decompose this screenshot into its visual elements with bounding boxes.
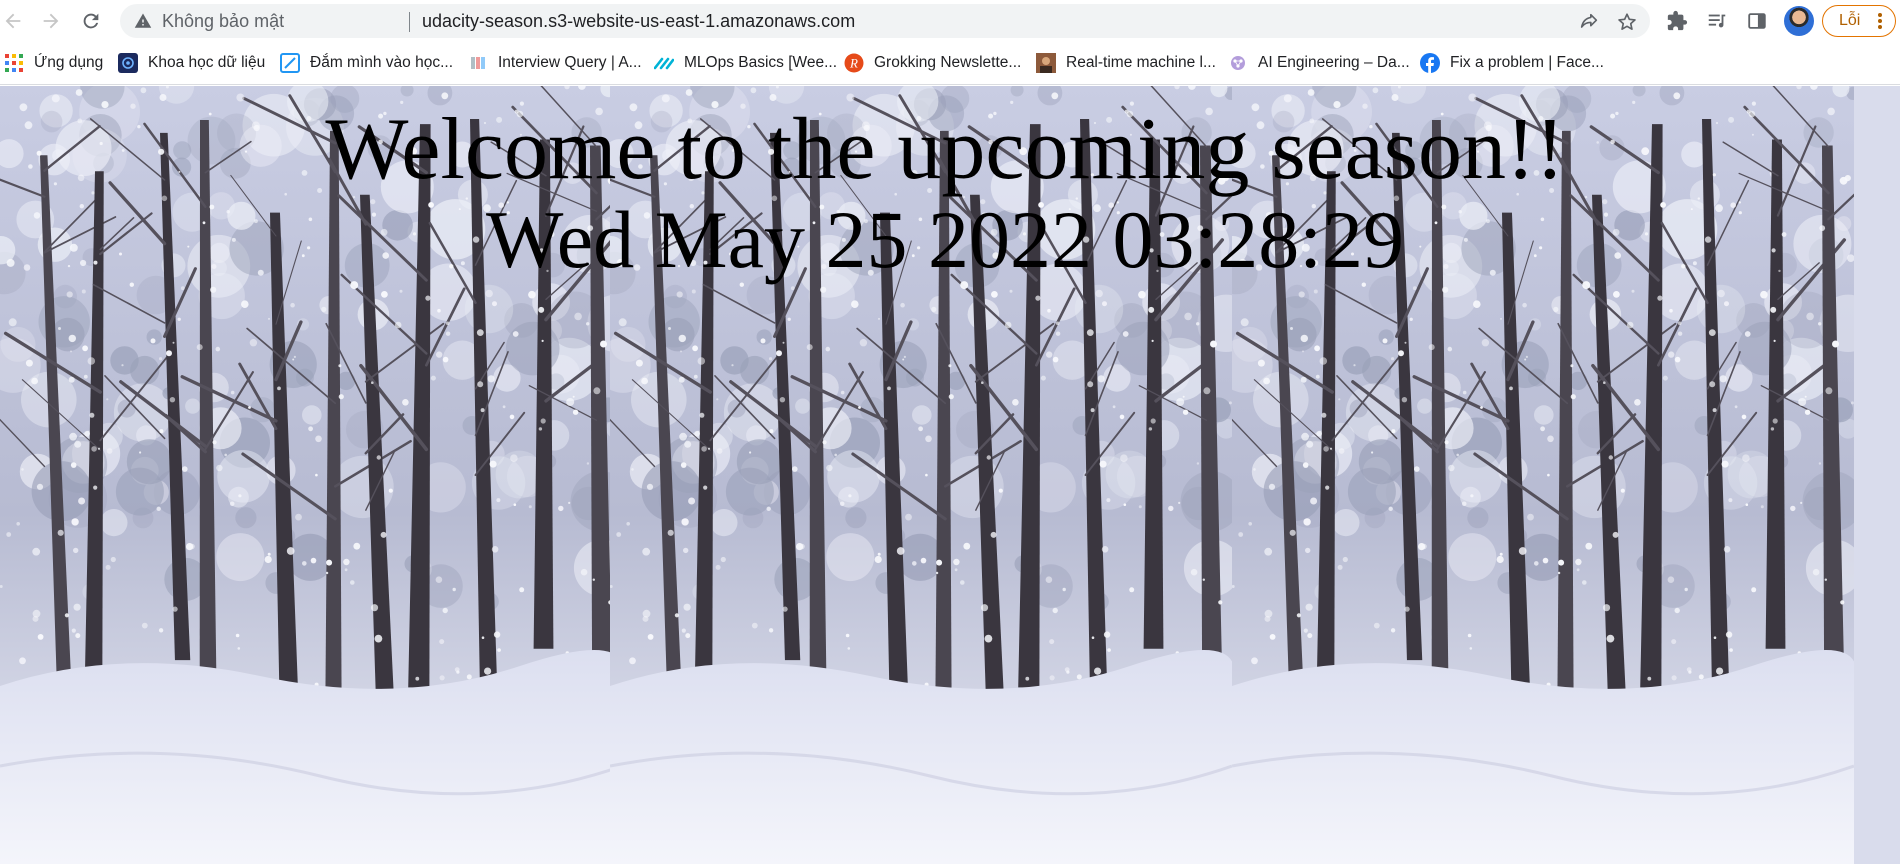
bookmark-grokking[interactable]: R Grokking Newslette...: [844, 50, 1021, 76]
reload-button[interactable]: [78, 8, 104, 34]
realtime-ml-icon: [1036, 53, 1056, 73]
bookmark-ai-engineering[interactable]: AI Engineering – Da...: [1228, 50, 1410, 76]
bookmark-star-icon[interactable]: [1616, 11, 1638, 33]
facebook-icon: [1420, 53, 1440, 73]
url-text[interactable]: udacity-season.s3-website-us-east-1.amaz…: [422, 12, 855, 30]
side-panel-icon[interactable]: [1746, 10, 1768, 32]
bookmark-label: Fix a problem | Face...: [1450, 54, 1604, 71]
browser-error-button[interactable]: Lỗi: [1822, 5, 1896, 37]
media-queue-icon[interactable]: [1706, 10, 1728, 32]
bookmark-label: Đắm mình vào học...: [310, 54, 454, 71]
bookmark-label: MLOps Basics [Wee...: [684, 54, 838, 71]
browser-toolbar: Không bảo mật udacity-season.s3-website-…: [0, 0, 1900, 42]
current-datetime: Wed May 25 2022 03:28:29: [485, 194, 1405, 285]
interview-query-icon: [468, 53, 488, 73]
page-title: Welcome to the upcoming season!!: [325, 101, 1565, 198]
bookmark-facebook[interactable]: Fix a problem | Face...: [1420, 50, 1604, 76]
bookmark-d2l[interactable]: Đắm mình vào học...: [280, 50, 453, 76]
bookmark-label: AI Engineering – Da...: [1258, 54, 1410, 71]
address-divider: [409, 12, 410, 32]
data-science-icon: [118, 53, 138, 73]
apps-grid-icon: [4, 53, 24, 73]
bookmark-data-science[interactable]: Khoa học dữ liệu: [118, 50, 265, 76]
bookmark-interview-query[interactable]: Interview Query | A...: [468, 50, 642, 76]
bookmark-realtime-ml[interactable]: Real-time machine l...: [1036, 50, 1216, 76]
arrow-right-icon: [43, 13, 59, 29]
forward-button[interactable]: [38, 8, 64, 34]
bookmark-apps[interactable]: Ứng dụng: [4, 50, 103, 76]
grokking-icon: R: [844, 53, 864, 73]
address-bar[interactable]: Không bảo mật udacity-season.s3-website-…: [120, 4, 1650, 38]
web-page: Welcome to the upcoming season!! Wed May…: [0, 86, 1900, 864]
warning-icon[interactable]: [134, 12, 152, 30]
more-menu-icon: [1878, 13, 1882, 29]
share-icon[interactable]: [1578, 11, 1600, 33]
ai-engineering-icon: [1228, 53, 1248, 73]
bookmark-label: Real-time machine l...: [1066, 54, 1216, 71]
bookmark-label: Ứng dụng: [34, 54, 104, 71]
mlops-icon: [654, 53, 674, 73]
security-status-label[interactable]: Không bảo mật: [162, 12, 284, 30]
profile-avatar[interactable]: [1784, 6, 1814, 36]
bookmark-label: Khoa học dữ liệu: [148, 54, 266, 71]
reload-icon: [83, 13, 99, 29]
back-button[interactable]: [0, 8, 26, 34]
error-button-label: Lỗi: [1839, 12, 1861, 29]
bookmark-label: Interview Query | A...: [498, 54, 642, 71]
arrow-left-icon: [5, 13, 21, 29]
bookmark-label: Grokking Newslette...: [874, 54, 1022, 71]
bookmark-mlops[interactable]: MLOps Basics [Wee...: [654, 50, 837, 76]
svg-text:R: R: [849, 56, 858, 71]
extensions-puzzle-icon[interactable]: [1666, 10, 1688, 32]
d2l-icon: [280, 53, 300, 73]
bookmarks-bar: Ứng dụng Khoa học dữ liệu Đắm mình vào h…: [0, 42, 1900, 85]
